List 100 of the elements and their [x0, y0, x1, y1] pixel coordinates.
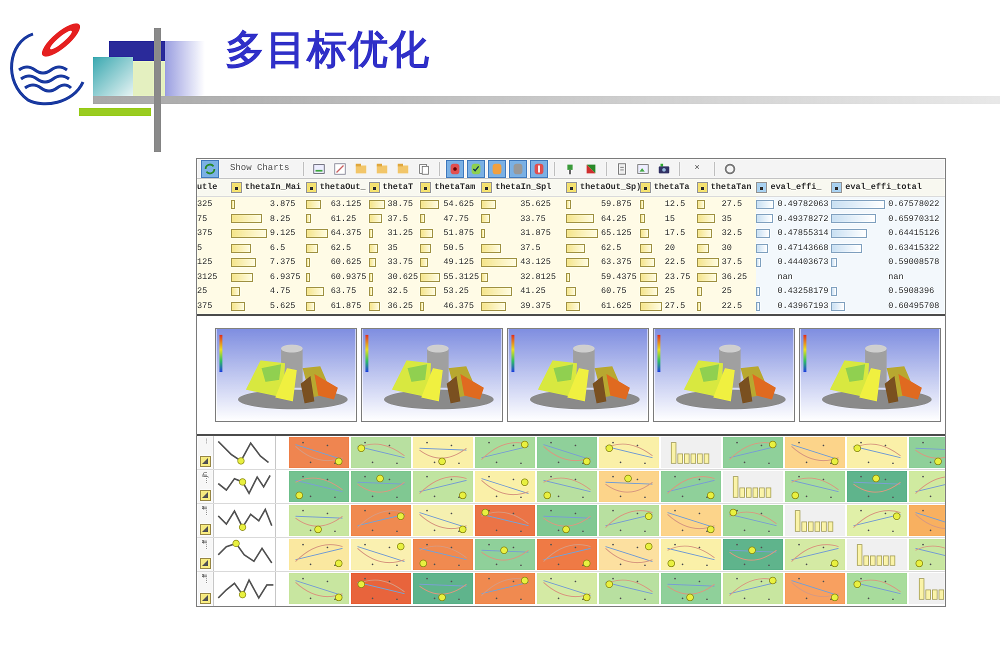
value-bar — [756, 200, 774, 209]
value-bar — [230, 272, 254, 282]
table-cell: 0.59008578 — [888, 256, 940, 270]
column-sort-icon[interactable] — [566, 182, 577, 193]
table-cell: 62.5 — [330, 242, 352, 254]
value-bar — [831, 244, 862, 253]
value-bar — [696, 244, 709, 253]
table-cell: 61.875 — [330, 300, 362, 313]
column-sort-icon[interactable] — [420, 182, 432, 193]
show-charts-label[interactable]: Show Charts — [222, 162, 298, 176]
column-header[interactable]: eval_effi_total — [845, 181, 922, 194]
table-cell: 61.25 — [330, 212, 356, 226]
value-bar — [420, 287, 436, 296]
row-button[interactable] — [200, 592, 210, 604]
column-sort-icon[interactable] — [230, 182, 242, 193]
table-cell: 51.875 — [443, 227, 474, 240]
folder-icon — [396, 162, 410, 176]
column-sort-icon[interactable] — [640, 182, 651, 193]
column-sort-icon[interactable] — [831, 182, 842, 193]
value-bar — [230, 228, 267, 238]
value-bar — [566, 244, 585, 253]
column-sort-icon[interactable] — [756, 182, 768, 193]
value-bar — [831, 200, 886, 209]
table-cell: 30 — [722, 242, 732, 254]
table-cell: 35 — [722, 212, 732, 226]
table-cell: 33.75 — [520, 212, 546, 226]
value-bar — [368, 302, 380, 311]
column-header[interactable]: thetaOut_Sp) — [580, 181, 640, 194]
table-cell: 59.4375 — [601, 270, 637, 284]
toolbar-button[interactable] — [467, 160, 486, 178]
value-bar — [420, 302, 424, 311]
table-cell: 37.5 — [388, 212, 408, 226]
column-header[interactable]: thetaT — [382, 181, 414, 194]
value-bar — [420, 214, 426, 224]
table-cell: 25 — [664, 285, 675, 298]
column-header[interactable]: eval_effi_ — [770, 181, 822, 194]
value-bar — [420, 244, 431, 253]
table-cell: 47.75 — [443, 212, 469, 226]
row-button[interactable] — [200, 456, 210, 467]
table-cell: 31.25 — [388, 227, 414, 240]
table-cell: 0.49378272 — [777, 212, 828, 226]
table-cell: 20 — [664, 242, 675, 254]
table-cell: 0.43258179 — [777, 285, 828, 298]
value-bar — [640, 214, 646, 224]
table-cell: 32.5 — [722, 227, 742, 240]
table-cell: 22.5 — [664, 256, 686, 270]
column-sort-icon[interactable] — [368, 182, 380, 193]
table-cell: 63.125 — [330, 198, 362, 211]
table-cell: nan — [888, 270, 904, 284]
value-bar — [420, 272, 440, 282]
value-bar — [420, 228, 434, 238]
value-bar — [481, 258, 518, 268]
table-cell: 55.3125 — [443, 270, 480, 284]
table-cell: 36.25 — [388, 300, 414, 313]
row-button[interactable] — [200, 490, 210, 501]
table-cell: 60.625 — [330, 256, 362, 270]
value-bar — [306, 200, 322, 209]
value-bar — [481, 228, 486, 238]
table-cell: 0.65970312 — [888, 212, 940, 226]
value-bar — [696, 228, 712, 238]
column-sort-icon[interactable] — [481, 182, 492, 193]
value-bar — [640, 244, 652, 253]
column-sort-icon[interactable] — [696, 182, 708, 193]
value-bar — [230, 200, 235, 209]
column-header[interactable]: thetaTan — [710, 181, 752, 194]
table-cell: 65.125 — [601, 227, 632, 240]
value-bar — [566, 302, 580, 311]
column-sort-icon[interactable] — [306, 182, 317, 193]
column-header[interactable]: thetaIn_Spl — [495, 181, 552, 194]
column-header[interactable]: thetaTa — [654, 181, 690, 194]
table-cell: 64.25 — [601, 212, 627, 226]
value-bar — [481, 287, 512, 296]
toolbar-button[interactable] — [446, 160, 464, 178]
table-cell: 0.49782063 — [777, 198, 828, 211]
close-glyph[interactable]: × — [686, 162, 708, 176]
value-bar — [831, 214, 876, 224]
table-cell: 325 — [197, 198, 212, 211]
column-header[interactable]: thetaOut_ — [320, 181, 366, 194]
table-cell: 27.5 — [664, 300, 686, 313]
table-cell: 39.375 — [520, 300, 551, 313]
table-cell: 60.75 — [601, 285, 627, 298]
value-bar — [230, 258, 256, 268]
column-header[interactable]: thetaIn_Mai — [244, 181, 302, 194]
row-button[interactable] — [200, 558, 210, 569]
table-cell: 6.9375 — [270, 270, 301, 284]
value-bar — [640, 272, 657, 282]
table-cell: 62.5 — [601, 242, 622, 254]
value-bar — [566, 287, 576, 296]
flag-icon — [584, 162, 598, 176]
table-cell: 3125 — [197, 270, 218, 284]
value-bar — [756, 214, 774, 224]
value-bar — [566, 228, 598, 238]
value-bar — [306, 228, 328, 238]
value-bar — [481, 200, 496, 209]
table-cell: 36.25 — [722, 270, 748, 284]
column-header[interactable]: utle — [197, 181, 218, 194]
column-header[interactable]: thetaTam — [434, 181, 476, 194]
table-cell: 0.47143668 — [777, 242, 828, 254]
value-bar — [306, 214, 312, 224]
row-button[interactable] — [200, 524, 210, 535]
